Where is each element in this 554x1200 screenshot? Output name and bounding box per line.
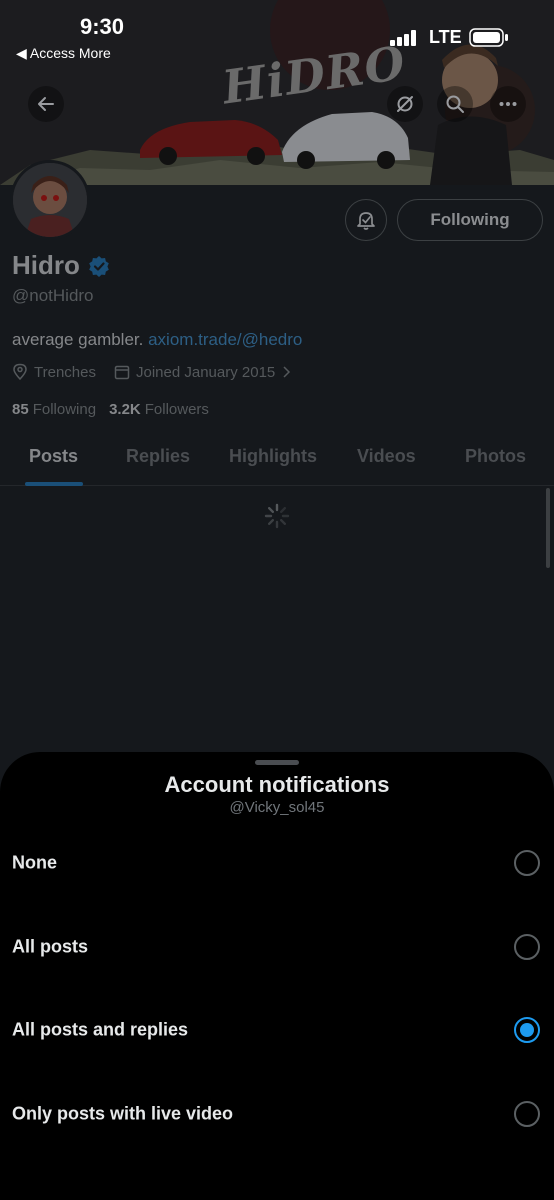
- followers-count-link[interactable]: 3.2K Followers: [109, 401, 209, 418]
- scrollbar[interactable]: [546, 488, 550, 568]
- radio-live-video-only[interactable]: [514, 1101, 540, 1127]
- profile-handle: @notHidro: [12, 286, 94, 305]
- grok-icon: [397, 96, 413, 112]
- verified-badge-icon: [89, 255, 109, 277]
- option-label: All posts: [12, 936, 89, 957]
- option-live-video-only[interactable]: Only posts with live video: [0, 1084, 554, 1144]
- radio-all-posts-and-replies[interactable]: [514, 1017, 540, 1043]
- radio-none[interactable]: [514, 850, 540, 876]
- active-tab-indicator: [25, 482, 83, 486]
- following-count-link[interactable]: 85 Following: [12, 401, 96, 418]
- loading-spinner-icon: [264, 503, 290, 529]
- tab-videos[interactable]: Videos: [357, 446, 416, 467]
- back-to-app-link[interactable]: ◀ Access More: [16, 45, 111, 62]
- joined-text: Joined January 2015: [135, 363, 276, 381]
- chevron-right-icon: [283, 366, 291, 378]
- display-name: Hidro: [12, 250, 80, 280]
- bio-text: average gambler.: [12, 330, 149, 349]
- joined-item[interactable]: Joined January 2015: [114, 364, 291, 381]
- back-button[interactable]: [28, 86, 64, 122]
- sheet-grabber[interactable]: [255, 760, 299, 765]
- followers-label: Followers: [144, 401, 209, 418]
- calendar-icon: [114, 365, 130, 380]
- option-label: Only posts with live video: [12, 1103, 234, 1124]
- tab-replies[interactable]: Replies: [126, 446, 190, 467]
- avatar[interactable]: [10, 160, 90, 240]
- follow-counts: 85 Following 3.2K Followers: [12, 401, 222, 418]
- following-button[interactable]: Following: [397, 199, 543, 241]
- sheet-title: Account notifications: [164, 772, 390, 797]
- profile-name-row: Hidro: [12, 250, 110, 281]
- following-label: Following: [32, 401, 97, 418]
- account-notifications-sheet: Account notifications @Vicky_sol45 None …: [0, 752, 554, 1200]
- search-button[interactable]: [437, 86, 473, 122]
- option-all-posts[interactable]: All posts: [0, 917, 554, 977]
- location-text: Trenches: [34, 363, 96, 381]
- bio-link[interactable]: axiom.trade/@hedro: [148, 330, 302, 349]
- status-bar: 9:30 ◀ Access More LTE: [0, 0, 554, 70]
- battery-icon: [469, 28, 508, 47]
- notifications-bell-button[interactable]: [345, 199, 387, 241]
- profile-bio: average gambler. axiom.trade/@hedro: [12, 330, 302, 350]
- grok-button[interactable]: [387, 86, 423, 122]
- avatar-image: [13, 163, 87, 237]
- tab-posts[interactable]: Posts: [29, 446, 78, 467]
- more-icon: [499, 102, 517, 106]
- profile-tabs: Posts Replies Highlights Videos Photos: [0, 440, 554, 486]
- arrow-left-icon: [38, 97, 54, 111]
- radio-all-posts[interactable]: [514, 934, 540, 960]
- option-none[interactable]: None: [0, 833, 554, 893]
- option-all-posts-and-replies[interactable]: All posts and replies: [0, 1000, 554, 1060]
- tab-highlights[interactable]: Highlights: [229, 446, 317, 467]
- location-item: Trenches: [12, 363, 96, 381]
- network-type: LTE: [429, 27, 462, 47]
- search-icon: [446, 95, 464, 113]
- option-label: All posts and replies: [12, 1019, 189, 1040]
- profile-meta: Trenches Joined January 2015: [12, 363, 309, 381]
- status-time: 9:30: [80, 14, 125, 39]
- location-pin-icon: [13, 363, 27, 381]
- followers-count: 3.2K: [109, 401, 141, 418]
- option-label: None: [12, 852, 57, 873]
- more-options-button[interactable]: [490, 86, 526, 122]
- bell-check-icon: [357, 212, 375, 230]
- signal-icon: [390, 30, 416, 46]
- sheet-subtitle: @Vicky_sol45: [229, 799, 325, 816]
- following-count: 85: [12, 401, 29, 418]
- tab-photos[interactable]: Photos: [465, 446, 526, 467]
